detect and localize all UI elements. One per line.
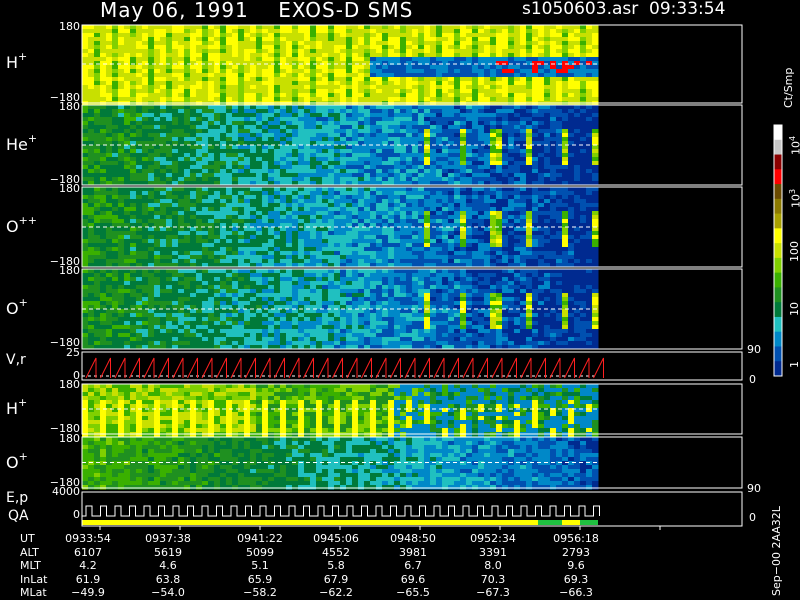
footer-cell: −54.0	[151, 586, 185, 599]
footer-cell: 2793	[562, 545, 590, 559]
footer-cell: 4552	[322, 545, 350, 559]
footer-cell: 0945:06	[313, 532, 359, 545]
panel-label-h1: H+	[6, 50, 28, 72]
side-note: Sep−00 2AA32L	[770, 506, 783, 596]
qa-bar	[82, 520, 598, 525]
colorbar-tick-100: 100	[788, 241, 800, 262]
footer-cell: 67.9	[323, 572, 349, 586]
panel-label-o2: O+	[6, 450, 28, 472]
footer-cell: −49.9	[71, 586, 105, 599]
footer-cell: −65.5	[396, 586, 430, 599]
footer-cell: 9.6	[567, 559, 585, 572]
footer-cell: 5.8	[327, 559, 345, 572]
colorbar-swatch	[774, 213, 782, 229]
footer-cell: 5099	[246, 545, 274, 559]
rtick-vr-max: 90	[747, 343, 761, 356]
vr-trace	[85, 357, 604, 379]
footer-cell: 6107	[74, 545, 102, 559]
colorbar-tick-1: 1	[788, 361, 800, 368]
footer-cell: 4.2	[79, 559, 97, 572]
footer-cell: −66.3	[559, 586, 593, 599]
colorbar-tick-10: 10	[788, 302, 800, 316]
panel-label-qa: QA	[8, 508, 29, 524]
colorbar-swatch	[774, 228, 782, 244]
panel-label-h2: H+	[6, 396, 28, 418]
tick-o2-max: 180	[59, 432, 80, 445]
footer-cell: −58.2	[243, 586, 277, 599]
colorbar-swatch	[774, 154, 782, 170]
panel-label-opp: O++	[6, 214, 38, 236]
footer-cell: 65.9	[247, 572, 273, 586]
footer-cell: 6.7	[404, 559, 422, 572]
tick-op1-max: 180	[59, 264, 80, 277]
tick-vr-max: 25	[66, 346, 80, 359]
colorbar-swatch	[774, 331, 782, 347]
footer-cell: 61.9	[75, 572, 101, 586]
tick-h1-max: 180	[59, 20, 80, 33]
tick-opp-max: 180	[59, 182, 80, 195]
rtick-ep-max: 90	[747, 482, 761, 495]
tick-h2-max: 180	[59, 378, 80, 391]
colorbar-swatch	[774, 272, 782, 288]
footer-row-label: ALT	[20, 545, 39, 559]
footer-cell: 5619	[154, 545, 182, 559]
footer-cell: −67.3	[476, 586, 510, 599]
footer-cell: 69.3	[563, 572, 589, 586]
footer-cell: 3981	[399, 545, 427, 559]
footer-cell: 0933:54	[65, 532, 111, 545]
footer-cell: 3391	[479, 545, 507, 559]
colorbar-swatch	[774, 125, 782, 141]
footer-cell: 0952:34	[470, 532, 516, 545]
colorbar-unit: Ct/Smp	[782, 67, 795, 108]
colorbar-tick-1e3: 103	[788, 188, 800, 208]
footer-cell: 69.6	[400, 572, 426, 586]
tick-ep-min: 0	[73, 508, 80, 521]
qa-bar-green2	[580, 520, 598, 525]
ep-trace	[82, 505, 600, 517]
footer-cell: 0948:50	[390, 532, 436, 545]
tick-ep-max: 4000	[52, 485, 80, 498]
rtick-vr-min: 0	[749, 373, 756, 386]
colorbar-swatch	[774, 139, 782, 156]
spectrogram-plot	[81, 24, 783, 530]
panel-label-he: He+	[6, 132, 38, 154]
panel-label-vr: V,r	[6, 352, 26, 368]
colorbar-swatch	[774, 316, 782, 333]
panel-h-plus	[82, 25, 599, 106]
footer-row-label: InLat	[20, 572, 48, 586]
panel-label-op1: O+	[6, 296, 28, 318]
footer-cell: 5.1	[251, 559, 269, 572]
footer-row-label: UT	[20, 532, 35, 545]
qa-bar-green	[538, 520, 562, 525]
colorbar-swatch	[774, 346, 782, 362]
footer-cell: 0941:22	[237, 532, 283, 545]
colorbar-swatch	[774, 287, 782, 303]
footer-cell: 63.8	[155, 572, 181, 586]
colorbar-swatch	[774, 243, 782, 259]
footer-cell: 0937:38	[145, 532, 191, 545]
panel-o-plus-lower	[82, 437, 599, 490]
footer-cell: 4.6	[159, 559, 177, 572]
footer-cell: 70.3	[480, 572, 506, 586]
colorbar-swatch	[774, 169, 782, 185]
colorbar-swatch	[774, 302, 782, 318]
colorbar-swatch	[774, 257, 782, 274]
footer-cell: 0956:18	[553, 532, 599, 545]
rtick-ep-min: 0	[749, 511, 756, 524]
footer-row-label: MLT	[20, 559, 41, 572]
colorbar-tick-1e4: 104	[788, 135, 800, 155]
tick-he-max: 180	[59, 100, 80, 113]
footer-cell: −62.2	[319, 586, 353, 599]
colorbar-swatch	[774, 184, 782, 200]
footer-row-label: MLat	[20, 586, 47, 599]
colorbar-swatch	[774, 361, 782, 377]
colorbar-swatch	[774, 198, 782, 215]
footer-cell: 8.0	[484, 559, 502, 572]
panel-label-ep: E,p	[6, 490, 29, 506]
panel-h-plus-lower	[82, 384, 599, 437]
